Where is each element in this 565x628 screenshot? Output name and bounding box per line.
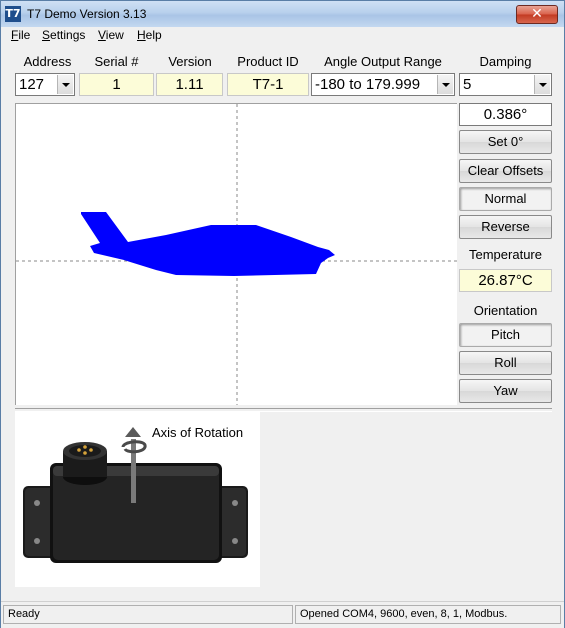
product-id-field: T7-1 [227, 73, 309, 96]
sensor-image-panel: Axis of Rotation [15, 411, 260, 587]
attitude-canvas [16, 104, 457, 405]
status-ready: Ready [3, 605, 293, 624]
attitude-view [15, 103, 457, 405]
set-zero-button[interactable]: Set 0° [459, 130, 552, 154]
menu-settings[interactable]: Settings [42, 28, 85, 42]
address-value: 127 [19, 76, 45, 93]
close-button[interactable]: ✕ [516, 5, 558, 24]
version-header: Version [168, 54, 212, 69]
angle-range-header: Angle Output Range [324, 54, 442, 69]
aircraft-icon [81, 212, 335, 276]
menu-file[interactable]: File [11, 28, 30, 42]
product-id-header: Product ID [237, 54, 299, 69]
normal-button[interactable]: Normal [459, 187, 552, 211]
status-bar: Ready Opened COM4, 9600, even, 8, 1, Mod… [1, 601, 564, 628]
window-title: T7 Demo Version 3.13 [27, 7, 147, 21]
menu-bar: File Settings View Help [1, 27, 564, 45]
angle-readout: 0.386° [459, 103, 552, 126]
temperature-value: 26.87°C [459, 269, 552, 292]
address-header: Address [23, 54, 72, 69]
serial-header: Serial # [94, 54, 139, 69]
app-window: T7 T7 Demo Version 3.13 ✕ File Settings … [0, 0, 565, 628]
damping-header: Damping [479, 54, 532, 69]
orientation-label: Orientation [473, 303, 538, 318]
chevron-down-icon[interactable] [57, 75, 73, 94]
angle-range-select[interactable]: -180 to 179.999 [311, 73, 455, 96]
menu-help[interactable]: Help [137, 28, 162, 42]
roll-button[interactable]: Roll [459, 351, 552, 375]
app-icon: T7 [5, 6, 21, 22]
angle-range-value: -180 to 179.999 [315, 76, 421, 93]
serial-field: 1 [79, 73, 154, 96]
damping-value: 5 [463, 76, 472, 93]
yaw-button[interactable]: Yaw [459, 379, 552, 403]
temperature-label: Temperature [469, 247, 542, 262]
menu-view[interactable]: View [98, 28, 124, 42]
title-bar[interactable]: T7 T7 Demo Version 3.13 ✕ [1, 1, 564, 28]
version-field: 1.11 [156, 73, 223, 96]
pitch-button[interactable]: Pitch [459, 323, 552, 347]
damping-select[interactable]: 5 [459, 73, 552, 96]
address-select[interactable]: 127 [15, 73, 75, 96]
chevron-down-icon[interactable] [437, 75, 453, 94]
chevron-down-icon[interactable] [534, 75, 550, 94]
status-connection: Opened COM4, 9600, even, 8, 1, Modbus. [295, 605, 561, 624]
clear-offsets-button[interactable]: Clear Offsets [459, 159, 552, 183]
reverse-button[interactable]: Reverse [459, 215, 552, 239]
axis-of-rotation-label: Axis of Rotation [152, 425, 244, 440]
